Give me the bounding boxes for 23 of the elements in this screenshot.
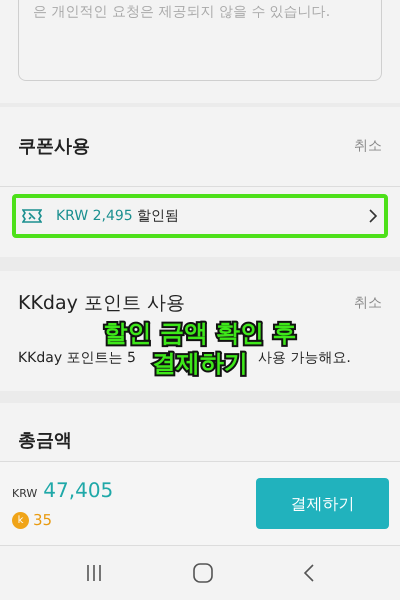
back-icon[interactable] (303, 564, 315, 582)
currency-label: KRW (12, 486, 38, 502)
home-icon[interactable] (193, 563, 213, 583)
section-title: 쿠폰사용 (18, 135, 90, 159)
placeholder-text: 은 개인적인 요청은 제공되지 않을 수 있습니다. (33, 4, 330, 20)
section-title: KKday 포인트 사용 (18, 291, 185, 316)
cancel-link[interactable]: 취소 (354, 136, 382, 157)
chevron-right-icon (368, 208, 378, 224)
points-amount: 35 (33, 510, 52, 532)
coupon-discount-text: KRW 2,495 할인됨 (56, 206, 180, 226)
annotation-caption: 결제하기 (152, 348, 248, 378)
coupon-row[interactable]: KRW 2,495 할인됨 (12, 194, 388, 238)
total-amount: 47,405 (43, 477, 114, 504)
points-description: 사용 가능해요. (258, 348, 351, 368)
pay-button[interactable]: 결제하기 (256, 478, 389, 529)
cancel-link[interactable]: 취소 (354, 292, 382, 314)
recent-apps-icon[interactable] (85, 564, 103, 582)
request-field[interactable]: 은 개인적인 요청은 제공되지 않을 수 있습니다. (18, 0, 382, 81)
annotation-caption: 할인 금액 확인 후 (103, 318, 297, 348)
ticket-icon (22, 209, 42, 223)
coin-icon: k (12, 512, 29, 529)
section-title: 총금액 (18, 430, 72, 451)
points-description: KKday 포인트는 5 (18, 348, 136, 368)
